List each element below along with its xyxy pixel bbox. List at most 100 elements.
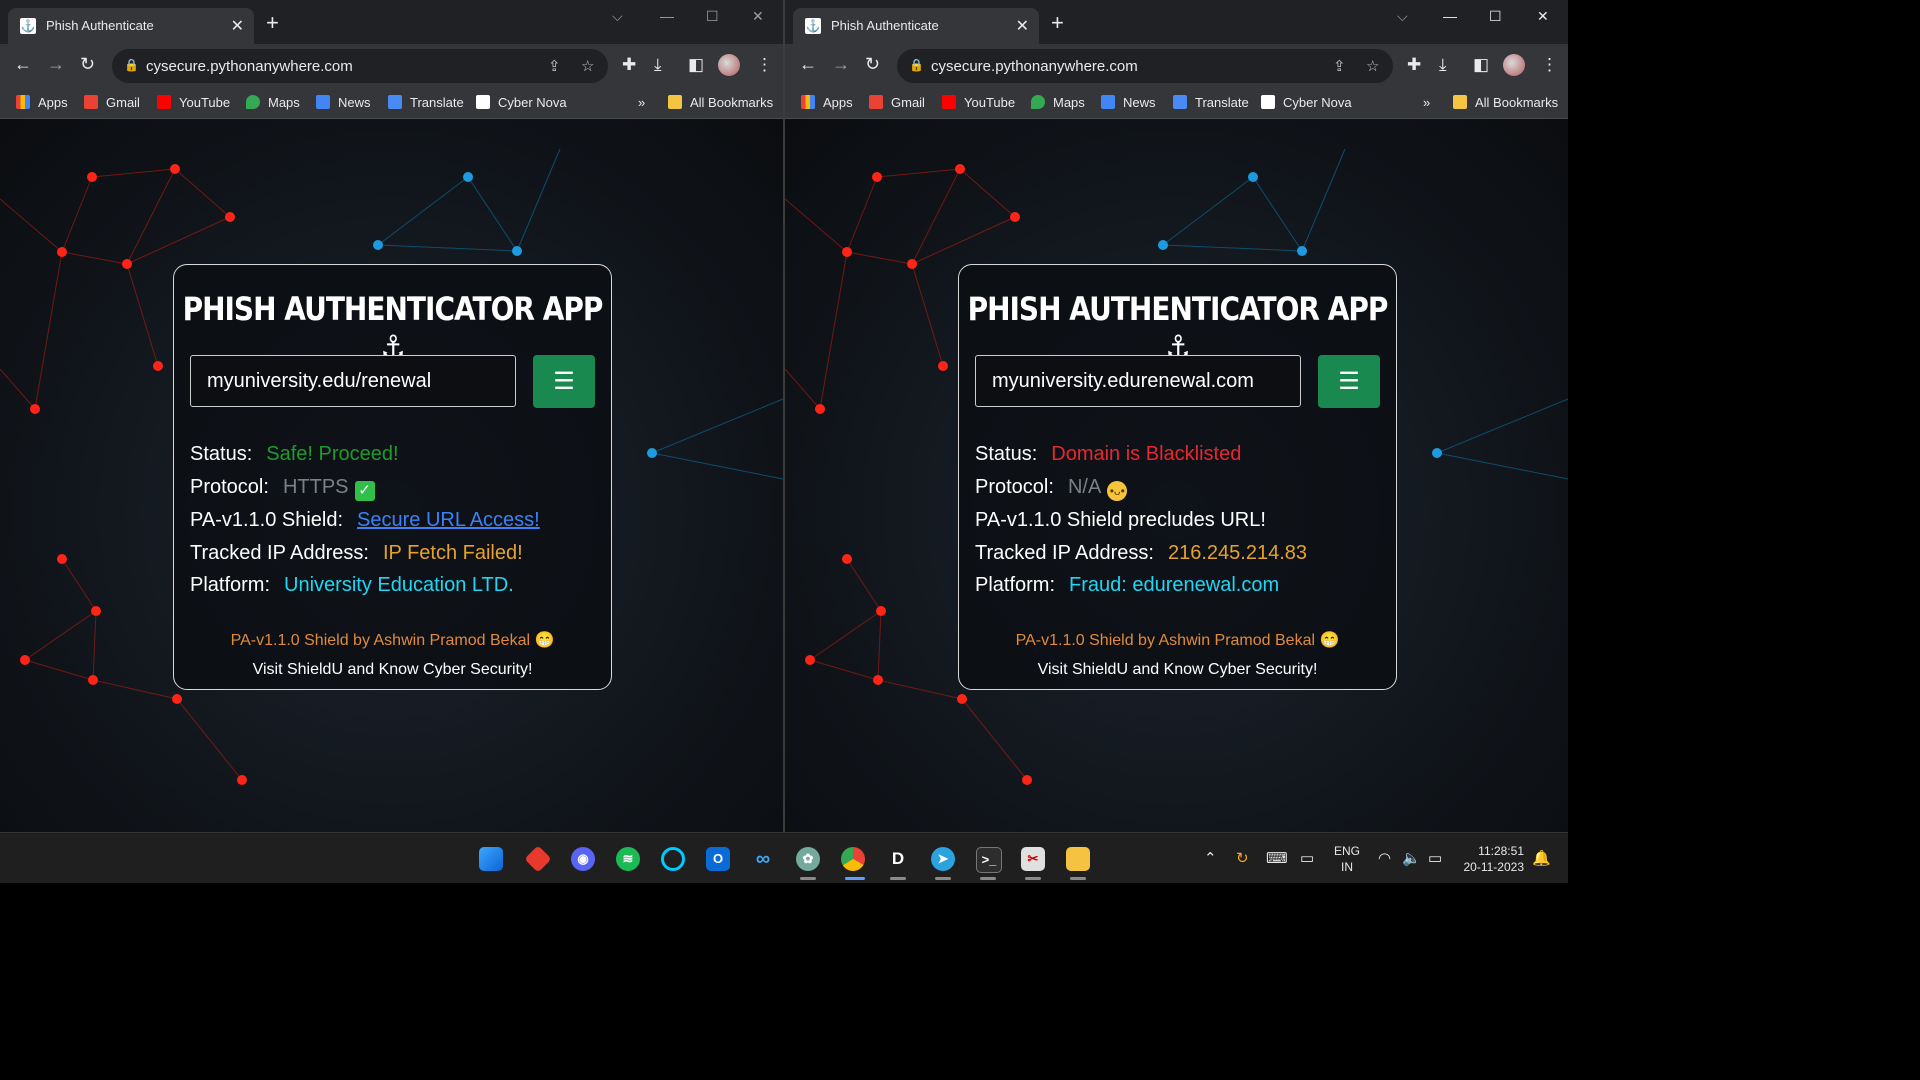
address-bar[interactable]: 🔒 cysecure.pythonanywhere.com ⇪ ☆ [897, 49, 1393, 83]
windows-start-icon[interactable] [479, 847, 503, 871]
close-icon[interactable]: ✕ [231, 16, 244, 36]
profile-avatar[interactable] [718, 54, 740, 76]
back-icon[interactable]: ← [799, 54, 817, 75]
app-diamond-icon[interactable] [524, 845, 552, 873]
bookmark-cyber-nova[interactable]: Cyber Nova [476, 95, 567, 110]
bookmark-translate[interactable]: Translate [388, 95, 464, 110]
star-icon[interactable]: ☆ [581, 57, 594, 75]
bookmark-maps[interactable]: Maps [1031, 95, 1085, 110]
extensions-icon[interactable]: ✚ [1407, 55, 1421, 75]
close-icon[interactable]: ✕ [1016, 16, 1029, 36]
phish-authenticator-card: PHISH AUTHENTICATOR APP ⚓ ☰ Status:Domai… [958, 264, 1397, 690]
new-tab-button[interactable]: + [266, 12, 279, 34]
tracked-ip-value: IP Fetch Failed! [382, 542, 523, 564]
phish-authenticator-card: PHISH AUTHENTICATOR APP ⚓ ☰ Status:Safe!… [173, 264, 612, 690]
notification-bell-icon[interactable]: 🔔 [1532, 849, 1551, 867]
visit-text: Visit ShieldU and Know Cyber Security! [252, 661, 533, 678]
browser-tab[interactable]: ⚓ Phish Authenticate ✕ [8, 8, 254, 44]
protocol-value: HTTPS [282, 476, 349, 498]
chevron-down-icon[interactable]: ⌵ [612, 8, 623, 25]
side-panel-icon[interactable]: ◧ [688, 55, 704, 75]
bookmark-gmail[interactable]: Gmail [84, 95, 140, 110]
d-app-icon[interactable]: D [886, 847, 910, 871]
share-icon[interactable]: ⇪ [548, 57, 561, 75]
tracked-ip-value: 216.245.214.83 [1167, 542, 1308, 564]
sync-icon[interactable]: ↻ [1236, 849, 1249, 867]
download-icon[interactable]: ⤓ [654, 55, 662, 75]
keyboard-icon[interactable]: ⌨ [1266, 849, 1288, 867]
language-indicator[interactable]: ENG IN [1334, 843, 1360, 875]
url-input[interactable] [975, 355, 1301, 407]
chevron-down-icon[interactable]: ⌵ [1397, 8, 1408, 25]
gmail-icon [84, 95, 98, 109]
side-panel-icon[interactable]: ◧ [1473, 55, 1489, 75]
minimize-icon[interactable]: — [660, 8, 674, 24]
profile-avatar[interactable] [1503, 54, 1525, 76]
translate-icon [1173, 95, 1187, 109]
platform-row: Platform: University Education LTD. [190, 574, 514, 596]
bookmark-apps[interactable]: Apps [16, 95, 68, 110]
browser-tab[interactable]: ⚓ Phish Authenticate ✕ [793, 8, 1039, 44]
bookmark-translate[interactable]: Translate [1173, 95, 1249, 110]
bookmark-youtube[interactable]: YouTube [157, 95, 230, 110]
bookmarks-overflow-button[interactable]: » [1423, 95, 1430, 110]
reload-icon[interactable]: ↻ [865, 54, 880, 75]
battery-icon[interactable]: ▭ [1428, 849, 1442, 867]
chatgpt-icon[interactable]: ✿ [796, 847, 820, 871]
wix-icon [1261, 95, 1275, 109]
close-window-icon[interactable]: ✕ [752, 8, 764, 25]
discord-icon[interactable]: ◉ [571, 847, 595, 871]
telegram-icon[interactable]: ➤ [931, 847, 955, 871]
address-bar[interactable]: 🔒 cysecure.pythonanywhere.com ⇪ ☆ [112, 49, 608, 83]
bookmark-apps[interactable]: Apps [801, 95, 853, 110]
all-bookmarks-button[interactable]: All Bookmarks [668, 95, 773, 110]
shield-text: PA-v1.1.0 Shield precludes URL! [975, 509, 1266, 531]
snipping-tool-icon[interactable]: ✂ [1021, 847, 1045, 871]
download-icon[interactable]: ⤓ [1439, 55, 1447, 75]
star-icon[interactable]: ☆ [1366, 57, 1379, 75]
tab-title: Phish Authenticate [831, 18, 939, 33]
maximize-icon[interactable]: ☐ [1489, 8, 1502, 25]
status-value: Domain is Blacklisted [1051, 443, 1242, 465]
bookmark-cyber-nova[interactable]: Cyber Nova [1261, 95, 1352, 110]
bookmark-youtube[interactable]: YouTube [942, 95, 1015, 110]
url-input[interactable] [190, 355, 516, 407]
display-icon[interactable]: ▭ [1300, 849, 1314, 867]
secure-url-link[interactable]: Secure URL Access! [357, 509, 540, 531]
back-icon[interactable]: ← [14, 54, 32, 75]
clock[interactable]: 11:28:51 20-11-2023 [1458, 843, 1525, 875]
extensions-icon[interactable]: ✚ [622, 55, 636, 75]
youtube-icon [157, 95, 171, 109]
alexa-icon[interactable] [661, 847, 685, 871]
chevron-up-icon[interactable]: ⌃ [1204, 849, 1217, 867]
maximize-icon[interactable]: ☐ [706, 8, 719, 25]
check-url-button[interactable]: ☰ [533, 355, 595, 408]
terminal-icon[interactable]: >_ [976, 847, 1002, 873]
reload-icon[interactable]: ↻ [80, 54, 95, 75]
share-icon[interactable]: ⇪ [1333, 57, 1346, 75]
bookmarks-overflow-button[interactable]: » [638, 95, 645, 110]
all-bookmarks-button[interactable]: All Bookmarks [1453, 95, 1558, 110]
menu-icon[interactable]: ⋮ [756, 55, 773, 75]
spotify-icon[interactable]: ≋ [616, 847, 640, 871]
bookmark-news[interactable]: News [316, 95, 371, 110]
forward-icon[interactable]: → [47, 54, 65, 75]
url-text[interactable]: cysecure.pythonanywhere.com [931, 58, 1138, 75]
outlook-icon[interactable]: O [706, 847, 730, 871]
infinity-icon[interactable]: ∞ [751, 847, 775, 871]
volume-icon[interactable]: 🔈 [1402, 849, 1421, 867]
bookmark-gmail[interactable]: Gmail [869, 95, 925, 110]
wifi-icon[interactable]: ◠ [1378, 849, 1391, 867]
close-window-icon[interactable]: ✕ [1537, 8, 1549, 25]
forward-icon[interactable]: → [832, 54, 850, 75]
file-explorer-icon[interactable] [1066, 847, 1090, 871]
bookmark-news[interactable]: News [1101, 95, 1156, 110]
bookmark-maps[interactable]: Maps [246, 95, 300, 110]
anchor-icon: ⚓ [805, 18, 821, 34]
check-url-button[interactable]: ☰ [1318, 355, 1380, 408]
menu-icon[interactable]: ⋮ [1541, 55, 1558, 75]
url-text[interactable]: cysecure.pythonanywhere.com [146, 58, 353, 75]
minimize-icon[interactable]: — [1443, 8, 1457, 24]
chrome-icon[interactable] [841, 847, 865, 871]
new-tab-button[interactable]: + [1051, 12, 1064, 34]
